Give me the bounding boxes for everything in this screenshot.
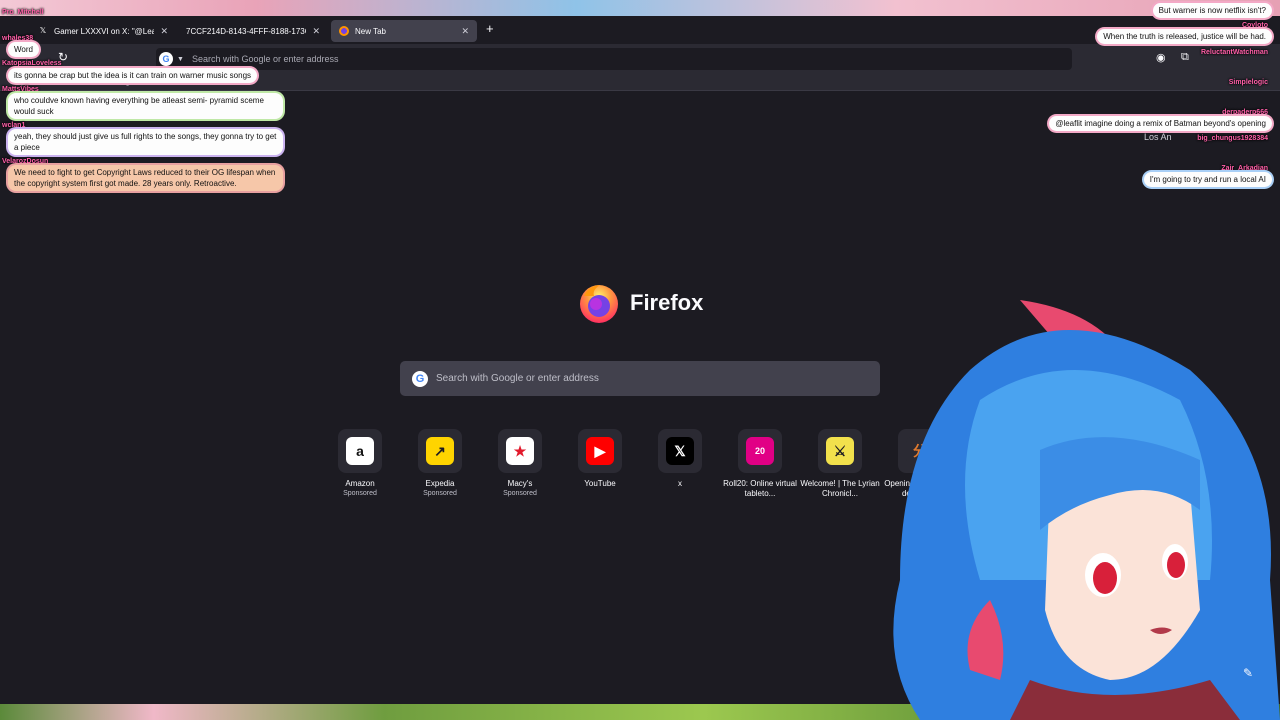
top-site-label: YouTube — [584, 479, 616, 488]
amazon-icon: a — [346, 437, 374, 465]
top-site-tile[interactable]: ▶ — [578, 429, 622, 473]
chat-message: When the truth is released, justice will… — [1097, 29, 1272, 44]
chevron-down-icon[interactable]: ▼ — [177, 56, 184, 63]
tab-bar: 𝕏 Gamer LXXXVI on X: "@Leaflit ✕ 7CCF214… — [0, 16, 1280, 44]
top-site-label: Expedia — [425, 479, 455, 488]
google-icon: G — [412, 370, 428, 387]
firefox-wordmark: Firefox — [630, 290, 704, 315]
top-site-tile[interactable]: ★ — [498, 429, 542, 473]
top-site-tile[interactable]: 20 — [738, 429, 782, 473]
google-icon: G — [159, 52, 173, 66]
sponsored-label: Sponsored — [503, 490, 537, 497]
x-icon: 𝕏 — [39, 26, 47, 35]
top-site-tile[interactable]: ↗ — [418, 429, 462, 473]
roll20-icon: 20 — [746, 437, 774, 465]
newtab-search-box[interactable]: G Search with Google or enter address — [400, 361, 880, 396]
top-sites: a Amazon Sponsored ↗ Expedia Sponsored ★ Macy's… — [336, 429, 956, 499]
new-tab-plus-icon[interactable]: + — [486, 21, 494, 36]
chat-username: big_chungus1928384 — [1197, 135, 1268, 142]
chat-message: I'm going to try and run a local AI — [1143, 172, 1272, 187]
chat-username: whales38 — [2, 35, 34, 42]
top-site[interactable]: ↗ Expedia Sponsored — [416, 429, 464, 499]
chat-username: KatopsiaLoveless — [2, 60, 62, 67]
stream-backdrop-top — [0, 0, 1280, 16]
top-site[interactable]: ⚔ Welcome! | The Lyrian Chronicl... — [800, 429, 880, 499]
tab-gamer-lxxxvi[interactable]: 𝕏 Gamer LXXXVI on X: "@Leaflit ✕ — [30, 20, 176, 42]
chat-username: Zair_Arkadian — [1221, 165, 1268, 172]
vtuber-avatar — [893, 300, 1280, 720]
tab-title: 7CCF214D-8143-4FFF-8188-173CA — [186, 26, 307, 36]
chat-username: wclan1 — [2, 122, 26, 129]
chat-message: We need to fight to get Copyright Laws r… — [8, 165, 283, 191]
close-tab-icon[interactable]: ✕ — [461, 26, 469, 37]
top-site-label: Macy's — [507, 479, 533, 488]
top-site-label: x — [678, 479, 682, 488]
sponsored-label: Sponsored — [343, 490, 377, 497]
tab-new-tab[interactable]: New Tab ✕ — [331, 20, 477, 42]
chat-username: Simplelogic — [1228, 79, 1268, 86]
chat-message: Word — [8, 42, 39, 57]
sponsored-label: Sponsored — [423, 490, 457, 497]
firefox-icon — [339, 26, 349, 36]
chat-username: derpaderp666 — [1222, 109, 1268, 116]
url-placeholder: Search with Google or enter address — [191, 54, 339, 64]
chat-message: @leaflit imagine doing a remix of Batman… — [1049, 116, 1272, 131]
youtube-icon: ▶ — [586, 437, 614, 465]
top-site[interactable]: a Amazon Sponsored — [336, 429, 384, 499]
top-site-tile[interactable]: ⚔ — [818, 429, 862, 473]
tab-document[interactable]: 7CCF214D-8143-4FFF-8188-173CA ✕ — [178, 20, 328, 42]
chat-message: yeah, they should just give us full righ… — [8, 129, 283, 155]
top-site-tile[interactable]: 𝕏 — [658, 429, 702, 473]
top-site[interactable]: ★ Macy's Sponsored — [496, 429, 544, 499]
chat-username: ReluctantWatchman — [1200, 49, 1268, 56]
top-site-label: Roll20: Online virtual tableto... — [723, 479, 797, 498]
chat-message: its gonna be crap but the idea is it can… — [8, 68, 258, 83]
chat-username: Pro_Mitchell — [2, 9, 44, 16]
search-placeholder: Search with Google or enter address — [436, 373, 599, 384]
close-tab-icon[interactable]: ✕ — [312, 26, 320, 37]
url-bar[interactable]: G ▼ Search with Google or enter address — [156, 48, 1072, 70]
close-tab-icon[interactable]: ✕ — [160, 26, 168, 37]
tab-title: New Tab — [355, 26, 386, 36]
chat-username: Coyloto — [1241, 22, 1268, 29]
pencil-icon[interactable]: ✎ — [1243, 666, 1253, 680]
chat-username: MattsVibes — [2, 86, 39, 93]
lyrian-icon: ⚔ — [826, 437, 854, 465]
top-site[interactable]: 20 Roll20: Online virtual tableto... — [723, 429, 797, 499]
top-site-label: Amazon — [345, 479, 375, 488]
firefox-brand: Firefox — [578, 282, 703, 324]
tab-title: Gamer LXXXVI on X: "@Leaflit — [54, 26, 155, 36]
weather-location[interactable]: Los An — [1144, 132, 1172, 142]
extensions-icon[interactable]: ⧉ — [1181, 51, 1189, 64]
x-icon: 𝕏 — [666, 437, 694, 465]
firefox-logo-icon — [580, 285, 618, 323]
chat-username: VelarozDosun — [2, 158, 49, 165]
top-site[interactable]: 𝕏x — [656, 429, 704, 499]
top-site[interactable]: ▶ YouTube — [576, 429, 624, 499]
chat-message: But warner is now netflix isn't? — [1152, 3, 1272, 18]
expedia-icon: ↗ — [426, 437, 454, 465]
top-site-tile[interactable]: a — [338, 429, 382, 473]
chat-message: who couldve known having everything be a… — [8, 93, 283, 119]
account-icon[interactable]: ◉ — [1156, 51, 1166, 64]
macys-icon: ★ — [506, 437, 534, 465]
